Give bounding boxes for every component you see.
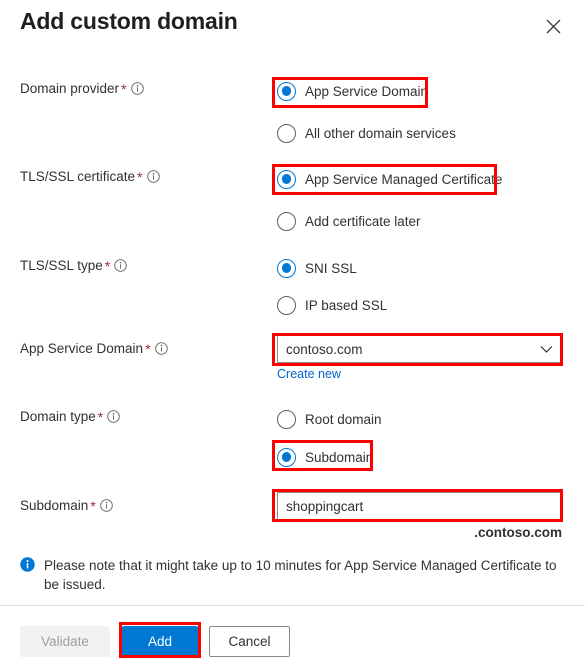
create-new-link[interactable]: Create new bbox=[277, 367, 341, 381]
field-row-subdomain: Subdomain * shoppingcart .contoso.com bbox=[0, 492, 585, 553]
label-tls-ssl-certificate: TLS/SSL certificate * bbox=[20, 168, 160, 186]
panel-header: Add custom domain bbox=[0, 0, 585, 62]
radio-label: IP based SSL bbox=[305, 297, 388, 313]
footer: Validate Add Cancel bbox=[0, 606, 585, 669]
required-asterisk: * bbox=[121, 81, 127, 97]
info-icon[interactable] bbox=[154, 342, 168, 355]
info-banner-text: Please note that it might take up to 10 … bbox=[44, 558, 557, 592]
info-filled-icon bbox=[20, 557, 35, 572]
radio-sni-ssl[interactable]: SNI SSL bbox=[277, 257, 357, 279]
radio-mark-icon bbox=[277, 258, 296, 278]
required-asterisk: * bbox=[137, 169, 143, 185]
radio-mark-icon bbox=[277, 447, 296, 467]
required-asterisk: * bbox=[145, 341, 151, 357]
field-row-tls-ssl-type: TLS/SSL type * SNI SSL IP based SSL bbox=[0, 257, 585, 325]
validate-button[interactable]: Validate bbox=[20, 626, 110, 657]
label-text: TLS/SSL type bbox=[20, 258, 103, 273]
field-row-app-service-domain: App Service Domain * contoso.com Create n… bbox=[0, 335, 585, 396]
label-subdomain: Subdomain * bbox=[20, 497, 113, 515]
radio-add-certificate-later[interactable]: Add certificate later bbox=[277, 210, 421, 232]
label-text: Domain type bbox=[20, 409, 96, 424]
field-row-tls-ssl-certificate: TLS/SSL certificate * App Service Managed… bbox=[0, 168, 585, 236]
required-asterisk: * bbox=[90, 498, 96, 514]
info-banner: Please note that it might take up to 10 … bbox=[20, 556, 565, 594]
close-button[interactable] bbox=[541, 14, 565, 38]
subdomain-suffix: .contoso.com bbox=[474, 525, 562, 540]
radio-root-domain[interactable]: Root domain bbox=[277, 408, 382, 430]
subdomain-input[interactable]: shoppingcart bbox=[277, 492, 562, 520]
radio-mark-icon bbox=[277, 123, 296, 143]
radio-mark-icon bbox=[277, 81, 296, 101]
app-service-domain-value: contoso.com bbox=[286, 341, 363, 357]
radio-label: Subdomain bbox=[305, 449, 374, 465]
close-icon bbox=[546, 19, 561, 34]
label-app-service-domain: App Service Domain * bbox=[20, 340, 168, 358]
field-row-domain-provider: Domain provider * App Service Domain All … bbox=[0, 80, 585, 148]
info-icon[interactable] bbox=[107, 410, 121, 423]
radio-label: App Service Managed Certificate bbox=[305, 171, 503, 187]
radio-mark-icon bbox=[277, 409, 296, 429]
subdomain-value: shoppingcart bbox=[286, 498, 364, 514]
radio-label: Root domain bbox=[305, 411, 382, 427]
info-icon[interactable] bbox=[100, 499, 113, 512]
label-text: Domain provider bbox=[20, 81, 120, 96]
radio-app-service-managed-certificate[interactable]: App Service Managed Certificate bbox=[277, 168, 502, 190]
label-tls-ssl-type: TLS/SSL type * bbox=[20, 257, 128, 275]
label-domain-type: Domain type * bbox=[20, 408, 121, 426]
radio-all-other-domain-services[interactable]: All other domain services bbox=[277, 122, 456, 144]
info-icon[interactable] bbox=[130, 82, 144, 95]
radio-label: SNI SSL bbox=[305, 260, 357, 276]
label-domain-provider: Domain provider * bbox=[20, 80, 144, 98]
field-row-domain-type: Domain type * Root domain Subdomain bbox=[0, 408, 585, 476]
info-icon[interactable] bbox=[146, 170, 160, 183]
chevron-down-icon bbox=[534, 345, 553, 354]
required-asterisk: * bbox=[97, 409, 104, 425]
radio-subdomain[interactable]: Subdomain bbox=[277, 446, 373, 468]
required-asterisk: * bbox=[104, 258, 111, 274]
label-text: App Service Domain bbox=[20, 341, 144, 356]
add-button[interactable]: Add bbox=[122, 626, 198, 657]
radio-ip-based-ssl[interactable]: IP based SSL bbox=[277, 294, 387, 316]
radio-label: Add certificate later bbox=[305, 213, 421, 229]
radio-label: App Service Domain bbox=[305, 83, 429, 99]
radio-label: All other domain services bbox=[305, 125, 456, 141]
radio-app-service-domain[interactable]: App Service Domain bbox=[277, 80, 428, 102]
app-service-domain-select[interactable]: contoso.com bbox=[277, 335, 562, 363]
info-icon[interactable] bbox=[114, 259, 128, 272]
radio-mark-icon bbox=[277, 295, 296, 315]
label-text: Subdomain bbox=[20, 498, 89, 513]
label-text: TLS/SSL certificate bbox=[20, 169, 136, 184]
radio-mark-icon bbox=[277, 169, 296, 189]
radio-mark-icon bbox=[277, 211, 296, 231]
cancel-button[interactable]: Cancel bbox=[209, 626, 290, 657]
page-title: Add custom domain bbox=[20, 8, 238, 34]
